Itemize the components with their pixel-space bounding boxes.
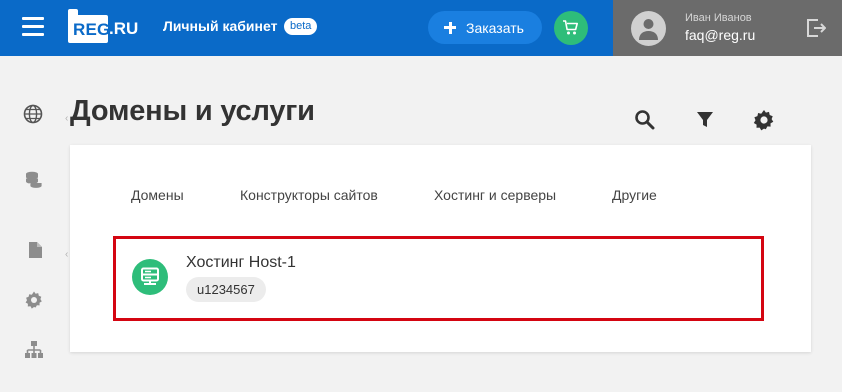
tab-site-builders[interactable]: Конструкторы сайтов: [240, 187, 378, 203]
hosting-icon: [132, 259, 168, 295]
reg-ru-logo[interactable]: REG .RU: [68, 8, 139, 44]
settings-gear-icon[interactable]: [752, 108, 776, 132]
order-button-label: Заказать: [466, 19, 524, 36]
service-login-badge: u1234567: [186, 277, 266, 302]
user-icon: [639, 19, 658, 40]
service-item-highlighted[interactable]: Хостинг Host-1 u1234567: [113, 236, 764, 321]
logout-icon[interactable]: [806, 19, 826, 37]
page-title: Домены и услуги: [70, 95, 315, 127]
document-icon[interactable]: [25, 240, 45, 260]
shopping-cart-icon: [563, 20, 578, 35]
globe-icon[interactable]: [23, 104, 43, 124]
cabinet-title: Личный кабинет: [163, 18, 278, 34]
gear-icon[interactable]: [24, 290, 44, 310]
logo-mark: REG: [68, 8, 111, 43]
user-email: faq@reg.ru: [685, 27, 756, 43]
user-name: Иван Иванов: [685, 12, 752, 24]
database-icon[interactable]: [24, 170, 44, 190]
services-card: Домены Конструкторы сайтов Хостинг и сер…: [70, 145, 811, 352]
logo-tail-text: .RU: [109, 18, 139, 38]
top-bar: REG .RU Личный кабинет beta Заказать Ива…: [0, 0, 842, 56]
menu-icon[interactable]: [22, 17, 44, 37]
user-panel[interactable]: Иван Иванов faq@reg.ru: [613, 0, 842, 56]
sidebar-collapse-mark: ‹: [65, 249, 69, 260]
tab-hosting-servers[interactable]: Хостинг и серверы: [434, 187, 556, 203]
plus-icon: [444, 21, 456, 34]
tab-domains[interactable]: Домены: [131, 187, 184, 203]
logo-reg-text: REG: [73, 19, 111, 39]
sitemap-icon[interactable]: [24, 340, 44, 360]
sidebar-collapse-mark: ‹: [65, 113, 69, 124]
cart-button[interactable]: [554, 11, 588, 45]
service-name[interactable]: Хостинг Host-1: [186, 254, 296, 272]
avatar[interactable]: [631, 11, 666, 46]
beta-badge: beta: [284, 18, 318, 35]
search-icon[interactable]: [633, 108, 657, 132]
order-button[interactable]: Заказать: [428, 11, 542, 44]
tab-other[interactable]: Другие: [612, 187, 657, 203]
filter-icon[interactable]: [693, 108, 717, 132]
